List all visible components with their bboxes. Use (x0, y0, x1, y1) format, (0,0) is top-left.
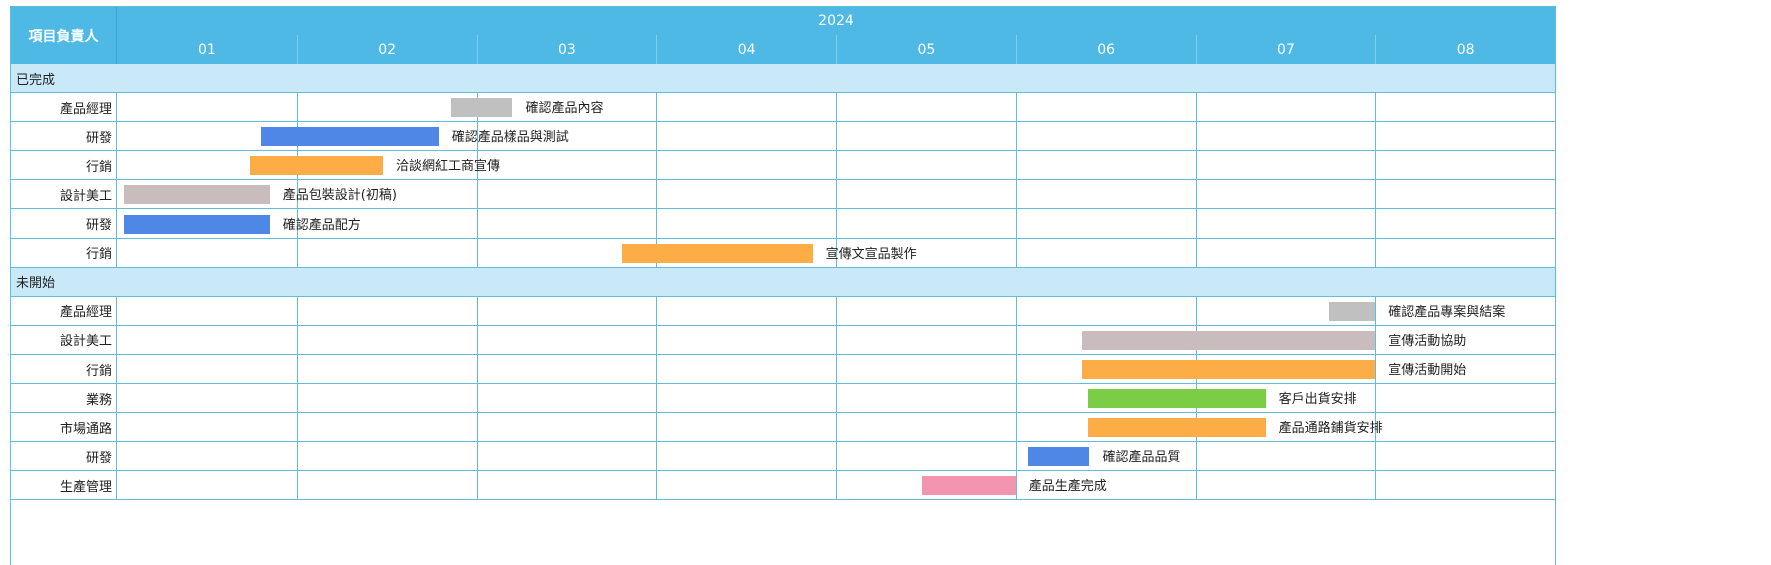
gantt-task-bar[interactable] (1087, 418, 1266, 438)
gantt-task-bar[interactable] (622, 243, 813, 263)
gantt-task-bar[interactable] (922, 476, 1016, 496)
owner-column-header: 項目負責人 (11, 7, 117, 64)
month-header: 04 (656, 35, 836, 64)
gantt-task-bar[interactable] (1028, 447, 1090, 467)
task-row: 行銷 (11, 151, 1555, 181)
task-row: 研發 (11, 122, 1555, 152)
gantt-task-label: 確認產品專案與結案 (1388, 304, 1506, 320)
gantt-task-bar[interactable] (1082, 330, 1376, 350)
month-grid-line (836, 296, 837, 501)
month-grid-line (656, 296, 658, 501)
month-header: 01 (117, 35, 297, 64)
month-grid-line (1015, 93, 1017, 268)
gantt-chart: 項目負責人 2024 01 02 03 04 05 06 07 08 已完成 產品經理 研發 行銷設… (0, 0, 1771, 565)
task-owner-label: 市場通路 (59, 421, 112, 437)
task-owner-label: 產品經理 (59, 101, 112, 117)
section-header-row: 未開始 (11, 267, 1555, 297)
month-header: 02 (296, 35, 477, 64)
gantt-task-bar[interactable] (1087, 389, 1266, 409)
month-header: 06 (1015, 35, 1196, 64)
task-owner-label: 行銷 (85, 363, 112, 379)
task-owner-label: 研發 (85, 218, 112, 234)
gantt-task-bar[interactable] (1328, 301, 1376, 321)
gantt-task-label: 產品包裝設計(初稿) (282, 188, 397, 204)
month-grid-line (296, 93, 298, 268)
month-grid-line (476, 296, 478, 501)
task-row: 研發 (11, 442, 1555, 472)
month-grid-line (1375, 296, 1377, 501)
task-owner-label: 生產管理 (59, 479, 112, 495)
month-grid-line (296, 296, 298, 501)
gantt-task-bar[interactable] (451, 98, 513, 118)
month-header: 05 (836, 35, 1016, 64)
table-left-border (10, 7, 11, 565)
gantt-task-label: 宣傳文宣品製作 (825, 246, 917, 262)
month-grid-line (836, 93, 837, 268)
gantt-task-bar[interactable] (1082, 360, 1376, 380)
gantt-task-bar[interactable] (260, 127, 439, 147)
gantt-task-label: 產品通路鋪貨安排 (1278, 421, 1383, 437)
month-grid-line (1015, 296, 1017, 501)
month-grid-line (1195, 93, 1197, 268)
section-header-row: 已完成 (11, 64, 1555, 94)
task-owner-label: 設計美工 (59, 188, 112, 204)
gantt-task-label: 確認產品內容 (525, 101, 604, 117)
task-row: 產品經理 (11, 296, 1555, 326)
gantt-task-bar[interactable] (124, 214, 270, 234)
table-right-border (1555, 7, 1556, 565)
gantt-task-label: 宣傳活動協助 (1388, 333, 1467, 349)
month-grid-line (656, 93, 658, 268)
gantt-task-label: 洽談網紅工商宣傳 (396, 159, 501, 175)
gantt-task-label: 客戶出貨安排 (1278, 392, 1357, 408)
task-owner-label: 行銷 (85, 159, 112, 175)
gantt-task-label: 宣傳活動開始 (1388, 363, 1467, 379)
task-owner-label: 業務 (85, 392, 112, 408)
task-owner-label: 產品經理 (59, 305, 112, 321)
gantt-task-label: 產品生產完成 (1028, 479, 1107, 495)
task-row: 生產管理 (11, 471, 1555, 501)
owner-column-divider (116, 296, 117, 501)
gantt-task-bar[interactable] (250, 156, 383, 176)
owner-column-divider (116, 93, 117, 268)
task-owner-label: 研發 (85, 130, 112, 146)
month-header: 07 (1195, 35, 1376, 64)
month-grid-line (476, 93, 478, 268)
month-header: 08 (1375, 35, 1555, 64)
gantt-task-label: 確認產品樣品與測試 (451, 130, 569, 146)
month-grid-line (1375, 93, 1377, 268)
task-owner-label: 研發 (85, 450, 112, 466)
gantt-task-label: 確認產品品質 (1102, 450, 1181, 466)
task-owner-label: 設計美工 (59, 334, 112, 350)
month-header: 03 (476, 35, 657, 64)
task-owner-label: 行銷 (85, 247, 112, 263)
gantt-task-label: 確認產品配方 (282, 217, 361, 233)
year-header: 2024 (117, 7, 1555, 35)
task-row: 產品經理 (11, 93, 1555, 123)
gantt-task-bar[interactable] (124, 185, 270, 205)
